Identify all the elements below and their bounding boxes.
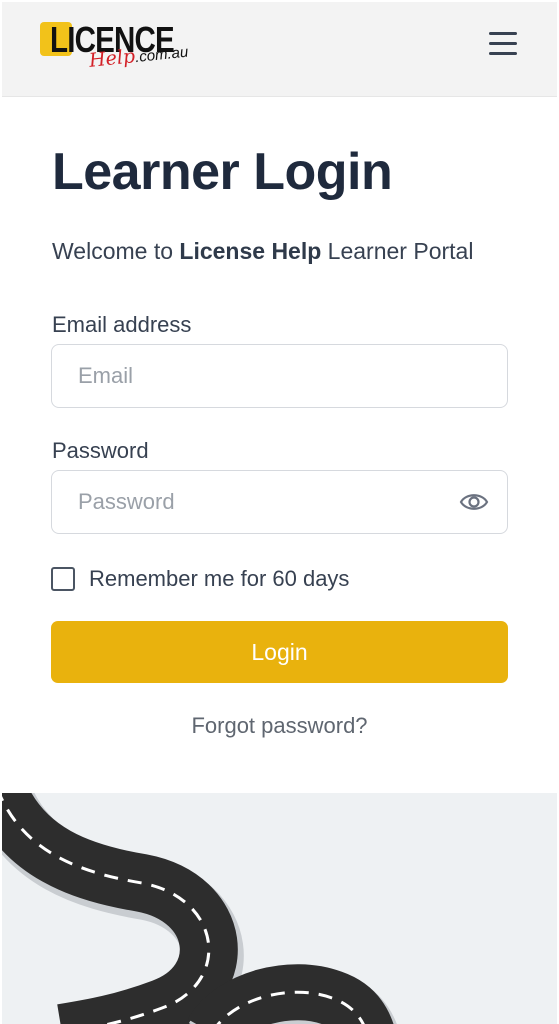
password-field-container[interactable] <box>51 470 508 534</box>
password-label: Password <box>52 438 149 463</box>
email-input[interactable] <box>78 345 458 407</box>
road-graphic <box>2 793 397 1024</box>
welcome-text: Welcome to License Help Learner Portal <box>52 238 474 264</box>
remember-me-checkbox[interactable] <box>51 567 75 591</box>
hamburger-menu-icon[interactable] <box>489 32 519 58</box>
logo-domain: .com.au <box>134 43 190 67</box>
brand-name: License Help <box>179 238 322 264</box>
forgot-password-link[interactable]: Forgot password? <box>0 713 559 739</box>
top-header: LICENCE Help.com.au <box>2 2 557 97</box>
logo-script: Help <box>88 45 137 72</box>
eye-icon[interactable] <box>459 489 489 515</box>
email-field-container[interactable] <box>51 344 508 408</box>
remember-me-row: Remember me for 60 days <box>51 565 349 593</box>
licence-help-logo[interactable]: LICENCE Help.com.au <box>40 20 200 80</box>
password-input[interactable] <box>78 471 458 533</box>
page-title: Learner Login <box>52 143 393 201</box>
email-label: Email address <box>52 312 192 337</box>
login-button[interactable]: Login <box>51 621 508 683</box>
remember-me-label[interactable]: Remember me for 60 days <box>89 566 349 592</box>
winding-road-illustration <box>2 793 557 1024</box>
